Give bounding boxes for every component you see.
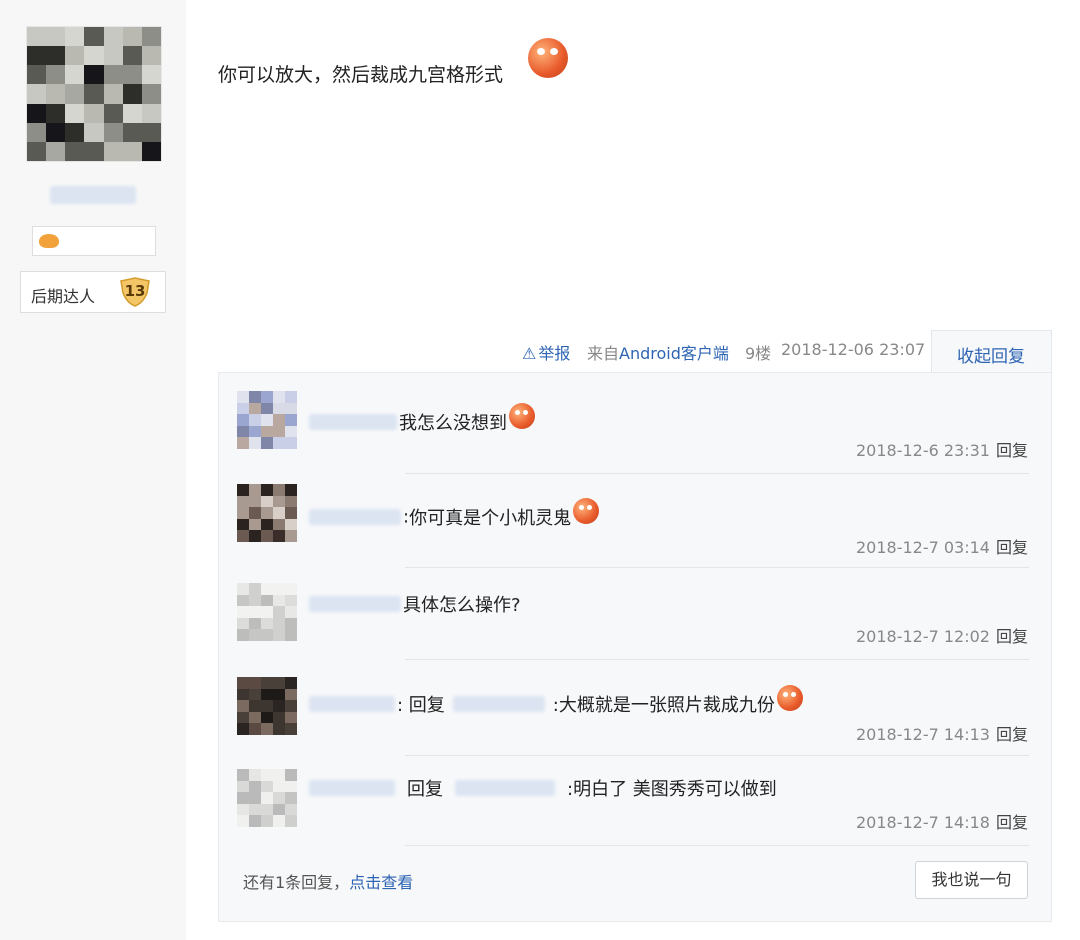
divider <box>405 845 1029 846</box>
reply-avatar[interactable] <box>237 391 297 449</box>
more-replies-prefix: 还有1条回复， <box>243 873 350 892</box>
reply-action-link[interactable]: 回复 <box>996 441 1028 460</box>
smile-emoji-icon <box>528 38 568 78</box>
reply-user-blurred[interactable] <box>309 509 401 525</box>
reply-user-blurred[interactable] <box>309 780 395 796</box>
reply-action-link[interactable]: 回复 <box>996 627 1028 646</box>
divider <box>405 473 1029 474</box>
reply-avatar[interactable] <box>237 769 297 827</box>
reply-target-blurred[interactable] <box>452 696 545 712</box>
reply-text: 具体怎么操作? <box>403 595 521 616</box>
reply-time: 2018-12-7 14:13 <box>855 725 990 744</box>
reply-user-blurred[interactable] <box>309 414 397 430</box>
reply-target-blurred[interactable] <box>455 780 555 796</box>
source-client-link[interactable]: Android客户端 <box>619 344 729 363</box>
smile-emoji-icon <box>573 498 600 524</box>
reply-action-link[interactable]: 回复 <box>996 813 1028 832</box>
reply-avatar[interactable] <box>237 484 297 542</box>
reply-meta: 2018-12-6 23:31 回复 <box>856 437 1028 461</box>
reply-prefix: : 回复 <box>397 695 445 716</box>
user-avatar[interactable] <box>26 26 162 162</box>
collapse-label: 收起回复 <box>957 347 1025 367</box>
reply-avatar[interactable] <box>237 583 297 641</box>
reply-meta: 2018-12-7 03:14 回复 <box>856 534 1028 558</box>
source-prefix: 来自 <box>587 344 620 363</box>
report-label: 举报 <box>538 344 571 363</box>
reply-line: :你可真是个小机灵鬼 <box>309 498 600 530</box>
reply-user-blurred[interactable] <box>309 596 401 612</box>
user-sidebar: 后期达人 13 <box>0 0 186 940</box>
user-name-blurred[interactable] <box>50 186 136 204</box>
divider <box>405 567 1029 568</box>
level-shield-icon: 13 <box>119 277 151 307</box>
divider <box>405 755 1029 756</box>
reply-time: 2018-12-7 03:14 <box>855 538 990 557</box>
reply-prefix: 回复 <box>407 779 443 800</box>
level-number: 13 <box>124 282 146 300</box>
post-time: 2018-12-06 23:07 <box>781 340 926 359</box>
reply-button[interactable]: 我也说一句 <box>915 861 1028 899</box>
post-source: 来自Android客户端 <box>587 340 729 364</box>
reply-meta: 2018-12-7 14:18 回复 <box>856 809 1028 833</box>
reply-line: 我怎么没想到 <box>309 403 535 435</box>
floor-number: 9楼 <box>745 344 772 363</box>
report-link[interactable]: ⚠ 举报 <box>522 340 570 364</box>
reply-avatar[interactable] <box>237 677 297 735</box>
level-badge[interactable]: 后期达人 13 <box>20 271 166 313</box>
divider <box>405 659 1029 660</box>
reply-text: :明白了 美图秀秀可以做到 <box>567 779 777 800</box>
reply-text: :大概就是一张照片裁成九份 <box>552 695 775 716</box>
level-title: 后期达人 <box>31 287 96 306</box>
more-replies: 还有1条回复，点击查看 <box>243 869 413 893</box>
post-content: 你可以放大，然后裁成九宫格形式 <box>218 64 504 86</box>
reply-text: 你可真是个小机灵鬼 <box>409 508 572 529</box>
collapse-replies-tab[interactable]: 收起回复 <box>931 330 1052 374</box>
reply-time: 2018-12-7 14:18 <box>855 813 990 832</box>
view-more-link[interactable]: 点击查看 <box>349 873 413 892</box>
reply-meta: 2018-12-7 14:13 回复 <box>856 721 1028 745</box>
reply-meta: 2018-12-7 12:02 回复 <box>856 623 1028 647</box>
reply-time: 2018-12-6 23:31 <box>855 441 990 460</box>
smile-emoji-icon <box>509 403 535 429</box>
reply-action-link[interactable]: 回复 <box>996 725 1028 744</box>
reply-action-link[interactable]: 回复 <box>996 538 1028 557</box>
reply-line: 回复 :明白了 美图秀秀可以做到 <box>309 775 777 801</box>
reply-panel: 我怎么没想到 2018-12-6 23:31 回复 :你可真是个小机灵鬼 2018… <box>218 372 1052 922</box>
reply-line: 具体怎么操作? <box>309 591 521 617</box>
smile-emoji-icon <box>776 685 803 711</box>
badge-icon <box>39 234 59 248</box>
warning-icon: ⚠ <box>522 344 537 363</box>
reply-time: 2018-12-7 12:02 <box>855 627 990 646</box>
reply-text: 我怎么没想到 <box>399 413 507 434</box>
reply-user-blurred[interactable] <box>309 696 395 712</box>
member-badge[interactable] <box>32 226 156 256</box>
reply-line: : 回复 :大概就是一张照片裁成九份 <box>309 685 803 717</box>
